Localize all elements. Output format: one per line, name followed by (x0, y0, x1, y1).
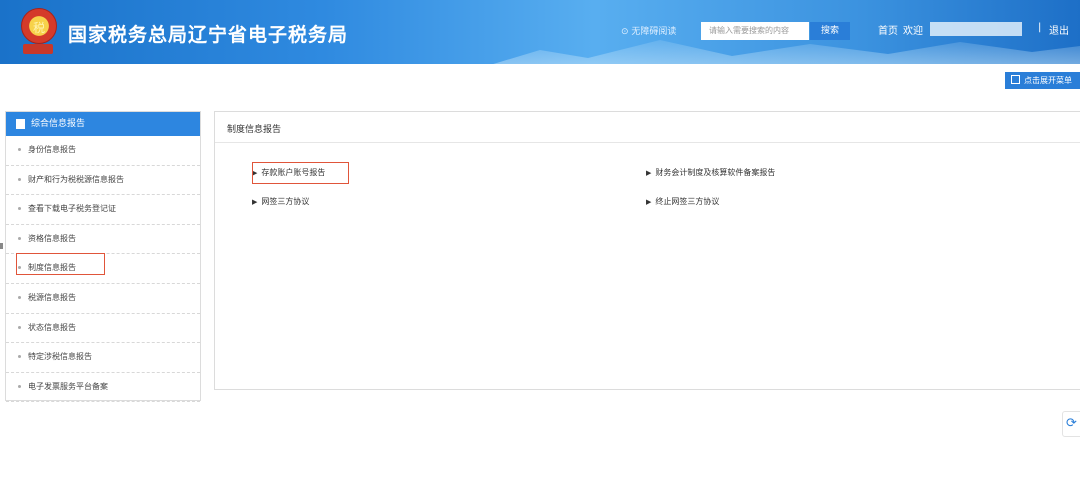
bullet-icon (18, 325, 21, 329)
link-accounting-system-filing[interactable]: ▶ 财务会计制度及核算软件备案报告 (646, 167, 775, 178)
sidebar-item-tax-certificate[interactable]: 查看下载电子税务登记证 (6, 195, 200, 225)
sidebar-item-tax-source[interactable]: 税源信息报告 (6, 284, 200, 314)
home-link[interactable]: 首页 (878, 22, 898, 37)
triangle-right-icon: ▶ (252, 198, 258, 206)
bullet-icon (18, 177, 21, 181)
document-icon (16, 119, 25, 129)
triangle-right-icon: ▶ (646, 169, 652, 177)
search-input[interactable]: 请输入需要搜索的内容 (701, 22, 809, 40)
menu-icon (1011, 75, 1020, 84)
panel-divider (215, 142, 1080, 143)
sidebar-item-status[interactable]: 状态信息报告 (6, 314, 200, 344)
floating-assistant-icon[interactable]: ⟳ (1062, 411, 1080, 437)
sidebar-item-identity[interactable]: 身份信息报告 (6, 136, 200, 166)
triangle-right-icon: ▶ (646, 198, 652, 206)
main-highlight-box (252, 162, 349, 184)
logout-link[interactable]: 退出 (1049, 22, 1069, 37)
bullet-icon (18, 295, 21, 299)
site-header: 税 国家税务总局辽宁省电子税务局 ⊙ 无障碍阅读 请输入需要搜索的内容 搜索 首… (0, 0, 1080, 64)
header-separator: | (1038, 22, 1042, 33)
bullet-icon (18, 207, 21, 211)
sidebar-item-special-tax[interactable]: 特定涉税信息报告 (6, 343, 200, 373)
bullet-icon (18, 236, 21, 240)
main-panel: 制度信息报告 (214, 111, 1080, 390)
bullet-icon (18, 384, 21, 388)
site-title: 国家税务总局辽宁省电子税务局 (68, 24, 349, 46)
bullet-icon (18, 355, 21, 359)
link-online-tripartite-agreement[interactable]: ▶ 网签三方协议 (252, 196, 309, 207)
sidebar-highlight-box (16, 253, 105, 275)
accessibility-reading-link[interactable]: ⊙ 无障碍阅读 (621, 24, 676, 37)
panel-title: 制度信息报告 (227, 125, 282, 135)
link-terminate-tripartite-agreement[interactable]: ▶ 终止网签三方协议 (646, 196, 719, 207)
tax-emblem-icon: 税 (20, 8, 58, 56)
welcome-text: 欢迎 (903, 26, 923, 37)
user-name-redacted (930, 22, 1022, 36)
search-button[interactable]: 搜索 (810, 22, 850, 40)
sidebar-item-e-invoice[interactable]: 电子发票服务平台备案 (6, 373, 200, 403)
bullet-icon (18, 148, 21, 151)
expand-menu-button[interactable]: 点击展开菜单 (1005, 72, 1080, 89)
sidebar-item-property-tax[interactable]: 财产和行为税税源信息报告 (6, 166, 200, 196)
collapse-handle[interactable] (0, 243, 3, 249)
sidebar-header[interactable]: 综合信息报告 (6, 112, 200, 136)
sidebar-item-qualification[interactable]: 资格信息报告 (6, 225, 200, 255)
